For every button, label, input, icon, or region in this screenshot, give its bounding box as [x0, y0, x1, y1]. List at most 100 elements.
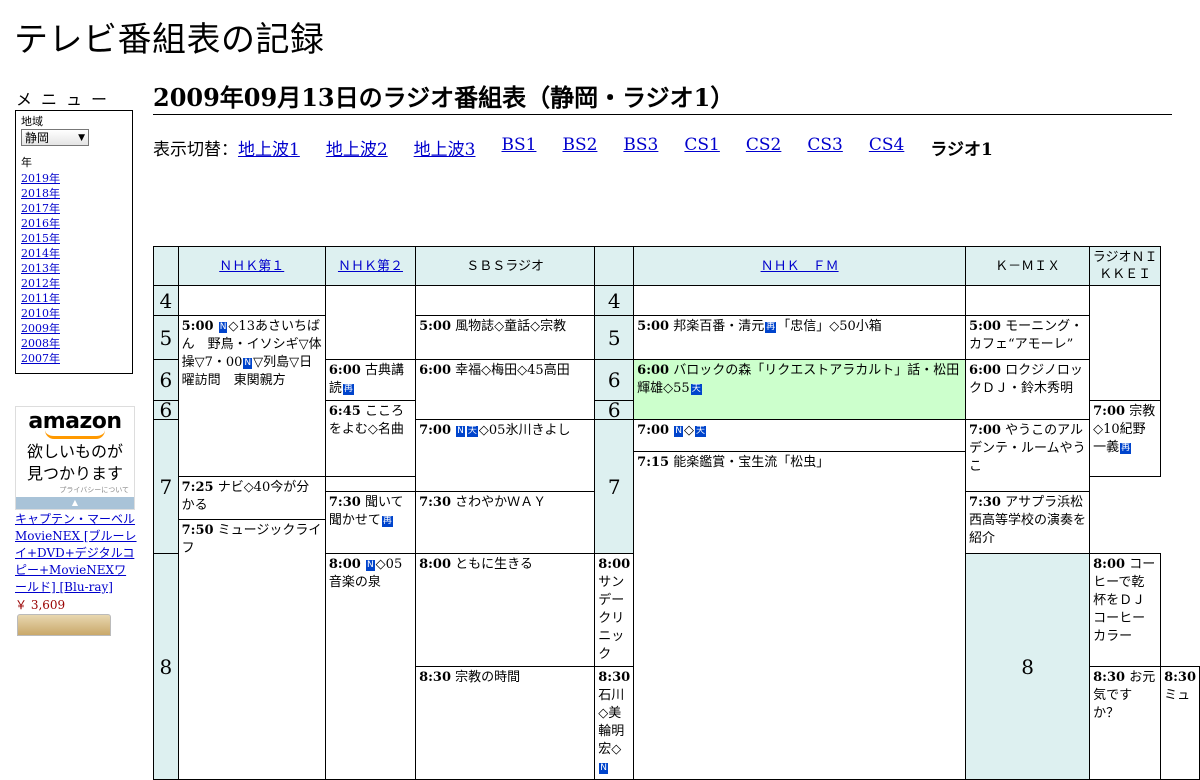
- view-switcher: 表示切替： 地上波1 地上波2 地上波3 BS1 BS2 BS3 CS1 CS2…: [153, 135, 993, 160]
- year-link[interactable]: 2014年: [21, 247, 60, 260]
- ad-product-link[interactable]: キャプテン・マーベル MovieNEX [ブルーレイ+DVD+デジタルコピー+M…: [15, 511, 137, 596]
- news-icon: N: [218, 322, 228, 333]
- switch-current-radio1: ラジオ1: [930, 140, 993, 160]
- amazon-ad-banner[interactable]: amazon 欲しいものが 見つかります プライバシーについて ▲: [15, 406, 135, 510]
- program-cell[interactable]: 5:00 モーニング・カフェ“アモーレ”: [965, 315, 1091, 360]
- year-link[interactable]: 2017年: [21, 202, 60, 215]
- program-time: 5:00: [637, 319, 670, 334]
- program-title: さわやかＷＡＹ: [455, 495, 547, 510]
- year-link[interactable]: 2008年: [21, 337, 60, 350]
- chevron-down-icon: ▼: [78, 132, 85, 143]
- schedule-table: ＮＨＫ第１ ＮＨＫ第２ ＳＢＳラジオ ＮＨＫ ＦＭ Ｋ－ＭＩＸ ラジオＮＩＫＫＥ…: [153, 246, 1200, 780]
- switch-link-cs2[interactable]: CS2: [746, 135, 781, 160]
- program-time: 7:30: [419, 495, 452, 510]
- empty-slot: [415, 285, 596, 316]
- switch-link-terrestrial3[interactable]: 地上波3: [414, 135, 476, 160]
- program-cell[interactable]: 7:00 宗教◇10紀野一義再: [1089, 400, 1162, 477]
- year-link[interactable]: 2019年: [21, 172, 60, 185]
- year-list: 2019年 2018年 2017年 2016年 2015年 2014年 2013…: [21, 171, 127, 366]
- program-cell[interactable]: 5:00 N ◇13あさいちばん 野鳥・イソシギ▽体操▽7・00 N ▽列島▽日曜訪問…: [177, 315, 326, 477]
- program-cell[interactable]: 8:00 N ◇05音楽の泉: [324, 553, 417, 780]
- program-cell[interactable]: 8:00 ともに生きる: [415, 553, 596, 667]
- program-cell-highlighted[interactable]: 6:00 バロックの森「リクエストアラカルト」話・松田輝雄◇55 天: [633, 359, 967, 420]
- hour-label: 5: [594, 315, 635, 360]
- switch-link-bs1[interactable]: BS1: [501, 135, 536, 160]
- program-cell[interactable]: 7:00 N 天 ◇05氷川きよし: [415, 419, 596, 492]
- switch-link-terrestrial1[interactable]: 地上波1: [238, 135, 300, 160]
- program-cell[interactable]: 7:30 さわやかＷＡＹ: [415, 491, 596, 554]
- program-time: 7:00: [419, 423, 452, 438]
- empty-slot: [1089, 285, 1162, 401]
- program-cell[interactable]: 5:00 邦楽百番・清元再「忠信」◇50小箱: [633, 315, 967, 360]
- program-cell[interactable]: 6:45 こころをよむ◇名曲: [324, 400, 417, 477]
- program-cell[interactable]: 8:30 お元気ですか？: [1089, 666, 1162, 780]
- year-link[interactable]: 2007年: [21, 352, 60, 365]
- channel-link-nhk2[interactable]: ＮＨＫ第２: [338, 259, 403, 274]
- year-link[interactable]: 2015年: [21, 232, 60, 245]
- year-link[interactable]: 2016年: [21, 217, 60, 230]
- program-cell[interactable]: 8:30 石川◇美輪明宏◇ N: [594, 666, 635, 780]
- hour-label: 6: [594, 400, 635, 420]
- channel-header: ＳＢＳラジオ: [415, 246, 596, 286]
- program-cell[interactable]: 7:30 アサプラ浜松西高等学校の演奏を紹介: [965, 491, 1091, 554]
- program-title: 邦楽百番・清元: [673, 319, 765, 334]
- switch-link-bs3[interactable]: BS3: [623, 135, 658, 160]
- program-title: 「忠信」◇50小箱: [777, 319, 882, 334]
- hour-label: 5: [153, 315, 179, 360]
- program-title: 風物誌◇童話◇宗教: [455, 319, 567, 334]
- switch-link-cs4[interactable]: CS4: [869, 135, 904, 160]
- ad-privacy-link[interactable]: プライバシーについて: [59, 485, 129, 495]
- hour-label: 6: [153, 400, 179, 420]
- program-cell[interactable]: 7:25 ナビ◇40今が分かる 7:50 ミュージックライフ: [177, 476, 326, 780]
- switch-link-cs3[interactable]: CS3: [807, 135, 842, 160]
- region-select[interactable]: 静岡 ▼: [21, 129, 89, 146]
- program-title: サンデークリニック: [598, 575, 625, 662]
- program-cell[interactable]: 6:00 幸福◇梅田◇45高田: [415, 359, 596, 420]
- program-time: 8:00: [1093, 557, 1126, 572]
- switcher-label: 表示切替：: [153, 140, 238, 160]
- program-time: 8:00: [328, 557, 361, 572]
- program-title: ◇: [683, 423, 694, 438]
- program-time: 6:45: [328, 404, 361, 419]
- corner-cell: [153, 246, 179, 286]
- year-label: 年: [21, 156, 32, 169]
- program-cell[interactable]: 6:00 古典講読再: [324, 359, 417, 401]
- empty-slot: [965, 285, 1091, 316]
- program-cell[interactable]: 8:00 コーヒーで乾杯をＤＪコーヒーカラー: [1089, 553, 1162, 667]
- program-cell[interactable]: 8:30 宗教の時間: [415, 666, 596, 780]
- program-time: 5:00: [419, 319, 452, 334]
- channel-link-nhk1[interactable]: ＮＨＫ第１: [219, 259, 284, 274]
- program-cell[interactable]: 7:00 N ◇ 天: [633, 419, 967, 452]
- year-link[interactable]: 2018年: [21, 187, 60, 200]
- weather-icon: 天: [690, 384, 702, 395]
- rerun-icon: 再: [381, 516, 393, 527]
- program-entry[interactable]: 7:50 ミュージックライフ: [179, 519, 325, 558]
- chevron-up-icon: ▲: [71, 498, 79, 507]
- news-icon: N: [674, 426, 683, 437]
- program-cell[interactable]: 7:30 聞いて聞かせて再: [324, 491, 417, 554]
- corner-cell: [594, 246, 635, 286]
- year-link[interactable]: 2010年: [21, 307, 60, 320]
- year-link[interactable]: 2012年: [21, 277, 60, 290]
- year-link[interactable]: 2013年: [21, 262, 60, 275]
- year-link[interactable]: 2009年: [21, 322, 60, 335]
- year-link[interactable]: 2011年: [21, 292, 60, 305]
- program-cell[interactable]: 6:00 ロクジノロックＤＪ・鈴木秀明: [965, 359, 1091, 420]
- program-time: 8:30: [1164, 670, 1196, 685]
- program-cell[interactable]: 8:00 サンデークリニック: [594, 553, 635, 667]
- ad-expand-bar[interactable]: ▲: [16, 497, 134, 509]
- channel-link-nhkfm[interactable]: ＮＨＫ ＦＭ: [761, 259, 839, 274]
- program-time: 7:00: [1093, 404, 1126, 419]
- program-cell[interactable]: 5:00 風物誌◇童話◇宗教: [415, 315, 596, 360]
- program-cell[interactable]: 7:15 能楽鑑賞・宝生流「松虫」: [633, 451, 967, 780]
- program-title: 石川◇美輪明宏◇: [598, 688, 625, 757]
- switch-link-terrestrial2[interactable]: 地上波2: [326, 135, 388, 160]
- channel-header: Ｋ－ＭＩＸ: [965, 246, 1091, 286]
- program-cell[interactable]: 7:00 やうこのアルデンテ・ルームやうこ: [965, 419, 1091, 492]
- switch-link-bs2[interactable]: BS2: [562, 135, 597, 160]
- switch-link-cs1[interactable]: CS1: [684, 135, 719, 160]
- empty-slot: [324, 285, 417, 360]
- ad-product-image[interactable]: [17, 614, 111, 636]
- program-cell[interactable]: 8:30 ミュ: [1160, 666, 1200, 780]
- program-time: 8:30: [419, 670, 452, 685]
